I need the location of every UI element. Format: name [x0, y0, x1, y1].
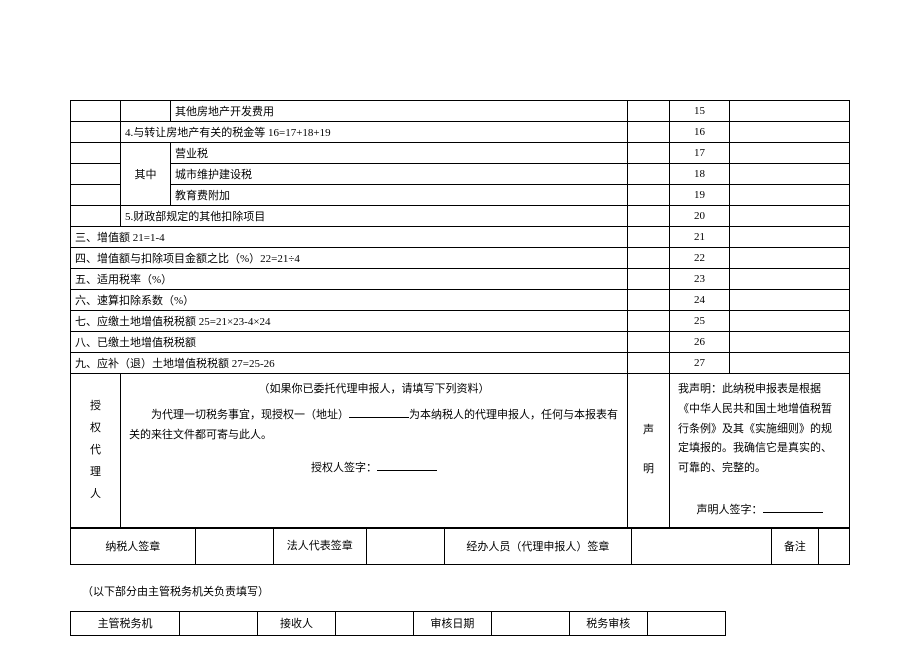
table-row: 教育费附加 19	[71, 185, 850, 206]
sig-legal: 法人代表签章	[273, 528, 366, 564]
row-label: 五、适用税率（%）	[71, 269, 628, 290]
table-row: 三、增值额 21=1-4 21	[71, 227, 850, 248]
sig-legal-blank	[366, 528, 444, 564]
sig-agent: 经办人员（代理申报人）签章	[444, 528, 631, 564]
declaration-row: 授权代理人 （如果你已委托代理申报人，请填写下列资料） 为代理一切税务事宜，现授…	[71, 374, 850, 528]
declaration-block: 我声明：此纳税申报表是根据《中华人民共和国土地增值税暂行条例》及其《实施细则》的…	[670, 374, 850, 528]
tax-review-blank	[647, 611, 725, 635]
sig-taxpayer: 纳税人签章	[71, 528, 196, 564]
main-table: 其他房地产开发费用 15 4.与转让房地产有关的税金等 16=17+18+19 …	[70, 100, 850, 528]
table-row: 九、应补（退）土地增值税税额 27=25-26 27	[71, 353, 850, 374]
auth-sign-label: 授权人签字：	[311, 462, 377, 474]
table-row: 其中 营业税 17	[71, 143, 850, 164]
row-label: 城市维护建设税	[171, 164, 628, 185]
row-value	[730, 248, 850, 269]
table-row: 其他房地产开发费用 15	[71, 101, 850, 122]
table-row: 五、适用税率（%） 23	[71, 269, 850, 290]
row-num: 16	[670, 122, 730, 143]
row-label: 八、已缴土地增值税税额	[71, 332, 628, 353]
row-num: 15	[670, 101, 730, 122]
table-row: 主管税务机 接收人 审核日期 税务审核	[71, 611, 851, 635]
row-label: 四、增值额与扣除项目金额之比（%）22=21÷4	[71, 248, 628, 269]
table-row: 纳税人签章 法人代表签章 经办人员（代理申报人）签章 备注	[71, 528, 850, 564]
row-value	[730, 164, 850, 185]
auth-address-blank	[349, 406, 409, 418]
row-value	[730, 101, 850, 122]
declaration-sign-label: 声明人签字：	[697, 504, 763, 516]
review-date-blank	[491, 611, 569, 635]
sig-remark-blank	[818, 528, 849, 564]
row-label: 七、应缴土地增值税税额 25=21×23-4×24	[71, 311, 628, 332]
auth-agent-label: 授权代理人	[71, 374, 121, 528]
tax-review-label: 税务审核	[569, 611, 647, 635]
signature-table: 纳税人签章 法人代表签章 经办人员（代理申报人）签章 备注	[70, 528, 850, 565]
row-value	[730, 143, 850, 164]
sig-agent-blank	[631, 528, 771, 564]
table-row: 四、增值额与扣除项目金额之比（%）22=21÷4 22	[71, 248, 850, 269]
sig-taxpayer-blank	[195, 528, 273, 564]
declaration-body: 我声明：此纳税申报表是根据《中华人民共和国土地增值税暂行条例》及其《实施细则》的…	[678, 380, 841, 479]
footer-note: （以下部分由主管税务机关负责填写）	[82, 583, 850, 599]
row-label: 教育费附加	[171, 185, 628, 206]
row-value	[730, 185, 850, 206]
row-num: 27	[670, 353, 730, 374]
auth-line2a: 为代理一切税务事宜，现授权一（地址）	[151, 409, 349, 421]
table-row: 5.财政部规定的其他扣除项目 20	[71, 206, 850, 227]
row-num: 20	[670, 206, 730, 227]
subheader-qizhong: 其中	[121, 143, 171, 206]
review-date-label: 审核日期	[413, 611, 491, 635]
row-value	[730, 332, 850, 353]
row-num: 25	[670, 311, 730, 332]
row-num: 22	[670, 248, 730, 269]
row-label: 三、增值额 21=1-4	[71, 227, 628, 248]
receiver-blank	[336, 611, 414, 635]
table-row: 4.与转让房地产有关的税金等 16=17+18+19 16	[71, 122, 850, 143]
receiver-label: 接收人	[258, 611, 336, 635]
declaration-label: 声明	[628, 374, 670, 528]
row-value	[730, 290, 850, 311]
auth-line1: （如果你已委托代理申报人，请填写下列资料）	[129, 380, 619, 400]
table-row: 八、已缴土地增值税税额 26	[71, 332, 850, 353]
row-label: 4.与转让房地产有关的税金等 16=17+18+19	[121, 122, 628, 143]
table-row: 六、速算扣除系数（%） 24	[71, 290, 850, 311]
auth-block: （如果你已委托代理申报人，请填写下列资料） 为代理一切税务事宜，现授权一（地址）…	[121, 374, 628, 528]
sig-remark: 备注	[772, 528, 819, 564]
row-label: 其他房地产开发费用	[171, 101, 628, 122]
row-label: 营业税	[171, 143, 628, 164]
row-value	[730, 206, 850, 227]
row-num: 24	[670, 290, 730, 311]
authority-label: 主管税务机	[71, 611, 180, 635]
row-num: 18	[670, 164, 730, 185]
table-row: 七、应缴土地增值税税额 25=21×23-4×24 25	[71, 311, 850, 332]
row-label: 九、应补（退）土地增值税税额 27=25-26	[71, 353, 628, 374]
row-value	[730, 269, 850, 290]
row-value	[730, 122, 850, 143]
authority-table: 主管税务机 接收人 审核日期 税务审核	[70, 611, 850, 636]
row-num: 19	[670, 185, 730, 206]
declaration-sign-blank	[763, 501, 823, 513]
row-value	[730, 227, 850, 248]
row-value	[730, 353, 850, 374]
row-num: 26	[670, 332, 730, 353]
authority-blank	[180, 611, 258, 635]
row-label: 5.财政部规定的其他扣除项目	[121, 206, 628, 227]
row-label: 六、速算扣除系数（%）	[71, 290, 628, 311]
row-value	[730, 311, 850, 332]
row-num: 23	[670, 269, 730, 290]
row-num: 21	[670, 227, 730, 248]
row-num: 17	[670, 143, 730, 164]
table-row: 城市维护建设税 18	[71, 164, 850, 185]
auth-sign-blank	[377, 459, 437, 471]
